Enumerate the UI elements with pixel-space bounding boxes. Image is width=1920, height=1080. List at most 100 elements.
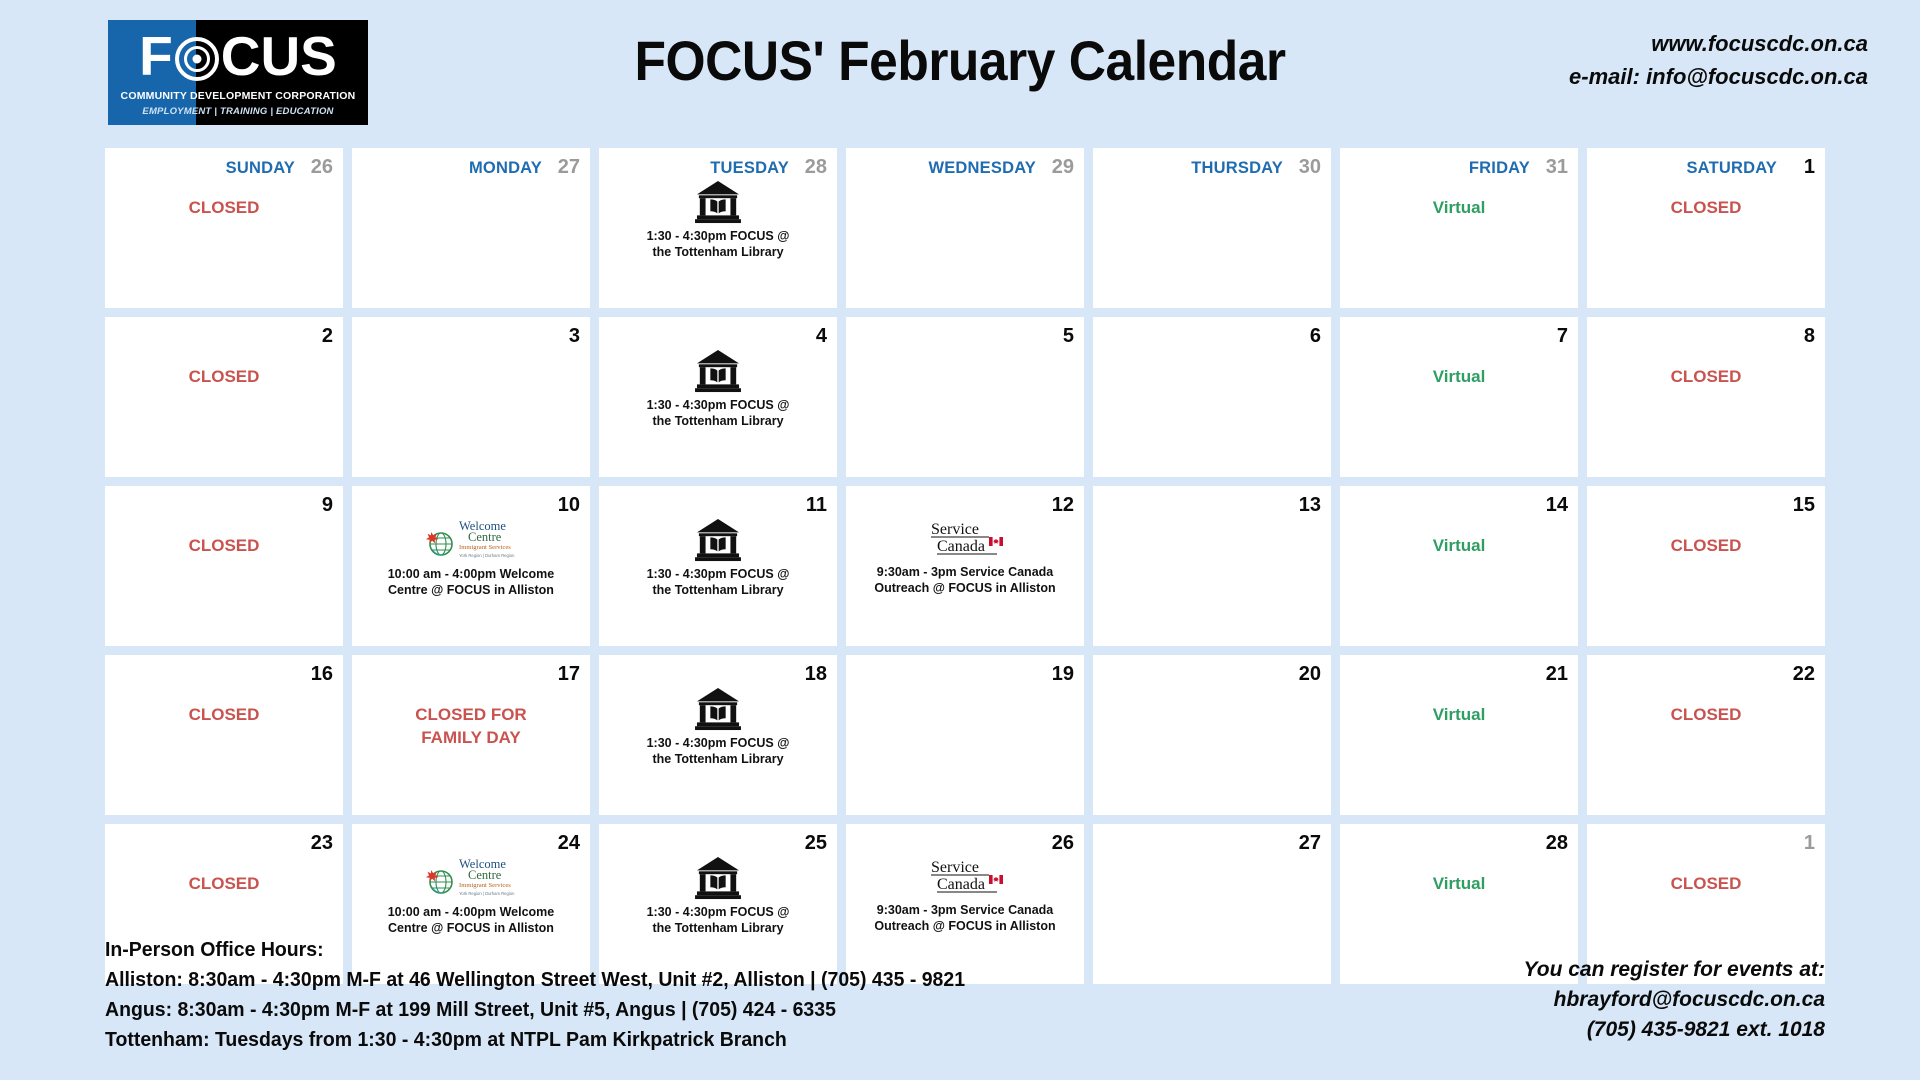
event-entry[interactable]: 1:30 - 4:30pm FOCUS @ the Tottenham Libr… — [605, 349, 831, 429]
date-number: 24 — [557, 832, 580, 854]
welcome-centre-logo: WelcomeCentreImmigrant ServicesYork Regi… — [425, 519, 515, 558]
day-cell-body: CLOSED — [105, 516, 343, 646]
day-cell-header: 14 — [1350, 494, 1568, 516]
calendar-day-cell[interactable]: 19 — [846, 655, 1084, 815]
calendar-day-cell[interactable]: THURSDAY 30 — [1093, 148, 1331, 308]
calendar-page: F CUS COMMUNITY DEVELOPMENT CORPORATION E… — [0, 0, 1920, 1080]
calendar-day-cell[interactable]: 17 CLOSED FOR FAMILY DAY — [352, 655, 590, 815]
calendar-day-cell[interactable]: 14 Virtual — [1340, 486, 1578, 646]
date-number: 25 — [804, 832, 827, 854]
calendar-day-cell[interactable]: 22 CLOSED — [1587, 655, 1825, 815]
calendar-day-cell[interactable]: 11 1:30 - 4:30pm FOCUS @ the Tottenham Li… — [599, 486, 837, 646]
calendar-day-cell[interactable]: 12 Service Canada 9:30am - 3pm Service Cana… — [846, 486, 1084, 646]
date-number: 6 — [1309, 325, 1321, 347]
welcome-centre-logo: WelcomeCentreImmigrant ServicesYork Regi… — [425, 857, 515, 896]
day-cell-body: 1:30 - 4:30pm FOCUS @ the Tottenham Libr… — [599, 347, 837, 477]
day-cell-body: CLOSED — [105, 178, 343, 308]
date-number: 31 — [1545, 156, 1568, 178]
calendar-grid: SUNDAY 26 CLOSED MONDAY 27 TUESDAY 28 1:30 - 4:… — [105, 148, 1825, 984]
day-cell-header: 5 — [856, 325, 1074, 347]
calendar-day-cell[interactable]: 18 1:30 - 4:30pm FOCUS @ the Tottenham Li… — [599, 655, 837, 815]
date-number: 26 — [1051, 832, 1074, 854]
date-number: 13 — [1298, 494, 1321, 516]
date-number: 22 — [1792, 663, 1815, 685]
weekday-label: TUESDAY — [710, 159, 789, 177]
day-cell-header: 10 — [362, 494, 580, 516]
office-hours-text: In-Person Office Hours: Alliston: 8:30am… — [105, 938, 966, 1051]
calendar-day-cell[interactable]: 10 Welcome Centre Immigrant Services York Re… — [352, 486, 590, 646]
day-cell-header: TUESDAY 28 — [609, 156, 827, 178]
calendar-day-cell[interactable]: 8 CLOSED — [1587, 317, 1825, 477]
event-description: 9:30am - 3pm Service Canada Outreach @ F… — [874, 903, 1056, 933]
calendar-day-cell[interactable]: SUNDAY 26 CLOSED — [105, 148, 343, 308]
event-entry[interactable]: Service Canada 9:30am - 3pm Service Canada… — [852, 518, 1078, 596]
virtual-status-label: Virtual — [1432, 198, 1486, 217]
calendar-day-cell[interactable]: MONDAY 27 — [352, 148, 590, 308]
calendar-day-cell[interactable]: FRIDAY 31 Virtual — [1340, 148, 1578, 308]
service-canada-logo: ServiceCanada — [931, 859, 1003, 893]
date-number: 5 — [1062, 325, 1074, 347]
event-description: 10:00 am - 4:00pm Welcome Centre @ FOCUS… — [387, 567, 555, 597]
day-cell-body — [352, 347, 590, 477]
day-cell-header: 27 — [1103, 832, 1321, 854]
closed-status-label: CLOSED — [1670, 536, 1742, 555]
day-cell-body — [1093, 516, 1331, 646]
svg-text:Service: Service — [931, 521, 979, 538]
calendar-day-cell[interactable]: 16 CLOSED — [105, 655, 343, 815]
date-number: 9 — [321, 494, 333, 516]
calendar-day-cell[interactable]: 5 — [846, 317, 1084, 477]
event-entry[interactable]: 1:30 - 4:30pm FOCUS @ the Tottenham Libr… — [605, 180, 831, 260]
day-cell-header: 21 — [1350, 663, 1568, 685]
day-cell-header: 3 — [362, 325, 580, 347]
calendar-day-cell[interactable]: 15 CLOSED — [1587, 486, 1825, 646]
day-cell-header: 20 — [1103, 663, 1321, 685]
event-entry[interactable]: Service Canada 9:30am - 3pm Service Canada… — [852, 856, 1078, 934]
date-number: 20 — [1298, 663, 1321, 685]
event-entry[interactable]: 1:30 - 4:30pm FOCUS @ the Tottenham Libr… — [605, 856, 831, 936]
registration-info-text: You can register for events at: hbrayfor… — [1523, 958, 1825, 1041]
weekday-label: SUNDAY — [225, 159, 295, 177]
closed-status-label: CLOSED — [188, 367, 260, 386]
calendar-day-cell[interactable]: 6 — [1093, 317, 1331, 477]
calendar-day-cell[interactable]: 13 — [1093, 486, 1331, 646]
calendar-day-cell[interactable]: 2 CLOSED — [105, 317, 343, 477]
day-cell-body: CLOSED — [105, 685, 343, 815]
calendar-day-cell[interactable]: SATURDAY 1 CLOSED — [1587, 148, 1825, 308]
date-number: 7 — [1556, 325, 1568, 347]
weekday-label: MONDAY — [468, 159, 542, 177]
library-icon — [695, 856, 741, 900]
calendar-day-cell[interactable]: 4 1:30 - 4:30pm FOCUS @ the Tottenham Lib… — [599, 317, 837, 477]
date-number: 2 — [321, 325, 333, 347]
calendar-day-cell[interactable]: 21 Virtual — [1340, 655, 1578, 815]
event-entry[interactable]: Welcome Centre Immigrant Services York Regi… — [358, 856, 584, 936]
calendar-day-cell[interactable]: 9 CLOSED — [105, 486, 343, 646]
event-entry[interactable]: Welcome Centre Immigrant Services York Regi… — [358, 518, 584, 598]
date-number: 23 — [310, 832, 333, 854]
day-cell-header: 15 — [1597, 494, 1815, 516]
calendar-day-cell[interactable]: WEDNESDAY 29 — [846, 148, 1084, 308]
date-number: 28 — [804, 156, 827, 178]
calendar-day-cell[interactable]: 20 — [1093, 655, 1331, 815]
day-cell-body — [352, 178, 590, 308]
date-number: 17 — [557, 663, 580, 685]
day-cell-body — [846, 178, 1084, 308]
weekday-label: FRIDAY — [1468, 159, 1530, 177]
event-entry[interactable]: 1:30 - 4:30pm FOCUS @ the Tottenham Libr… — [605, 518, 831, 598]
event-description: 9:30am - 3pm Service Canada Outreach @ F… — [874, 565, 1056, 595]
calendar-day-cell[interactable]: TUESDAY 28 1:30 - 4:30pm FOCUS @ the Totte… — [599, 148, 837, 308]
day-cell-body: CLOSED — [1587, 516, 1825, 646]
header-contact: www.focuscdc.on.ca e-mail: info@focuscdc… — [1569, 27, 1868, 93]
closed-status-label: CLOSED — [1670, 367, 1742, 386]
calendar-day-cell[interactable]: 7 Virtual — [1340, 317, 1578, 477]
event-entry[interactable]: 1:30 - 4:30pm FOCUS @ the Tottenham Libr… — [605, 687, 831, 767]
day-cell-header: 17 — [362, 663, 580, 685]
calendar-day-cell[interactable]: 3 — [352, 317, 590, 477]
date-number: 21 — [1545, 663, 1568, 685]
day-cell-header: 4 — [609, 325, 827, 347]
virtual-status-label: Virtual — [1432, 367, 1486, 386]
day-cell-header: SATURDAY 1 — [1597, 156, 1815, 178]
day-cell-header: 11 — [609, 494, 827, 516]
event-description: 1:30 - 4:30pm FOCUS @ the Tottenham Libr… — [646, 567, 790, 597]
day-cell-header: 16 — [115, 663, 333, 685]
library-icon — [695, 687, 741, 731]
